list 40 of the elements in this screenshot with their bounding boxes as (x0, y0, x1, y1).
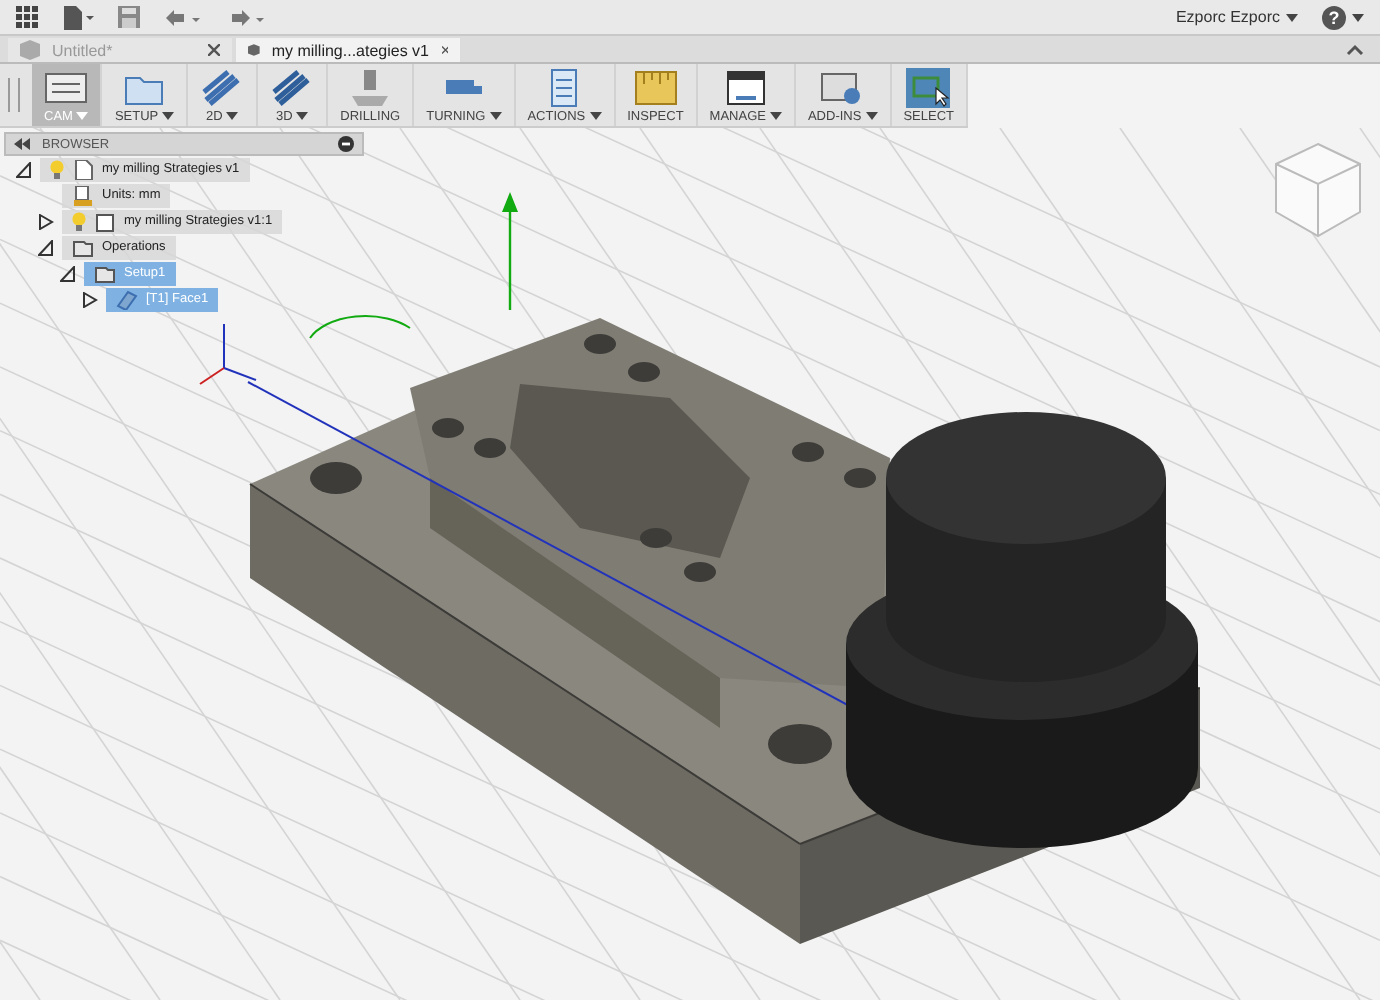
expanded-triangle-icon[interactable] (16, 161, 32, 177)
expanded-triangle-icon[interactable] (38, 239, 54, 255)
help-button[interactable]: ? (1322, 5, 1346, 29)
collapsed-triangle-icon[interactable] (38, 213, 54, 229)
close-icon[interactable] (208, 44, 220, 56)
light-bulb-icon[interactable] (72, 211, 86, 231)
tool-icon (44, 67, 89, 107)
node-icon (94, 211, 116, 231)
tool-icon (906, 67, 951, 107)
caret-icon[interactable] (1286, 13, 1298, 21)
tab-title: my milling...ategies v1 (271, 41, 430, 59)
node-icon (116, 289, 138, 309)
redo-icon[interactable] (228, 7, 268, 27)
node-icon (94, 263, 116, 283)
collapse-arrows-icon[interactable] (14, 138, 30, 150)
tab-title: Untitled* (52, 41, 115, 59)
light-bulb-icon[interactable] (50, 159, 64, 179)
tool-icon (633, 67, 678, 107)
document-tab[interactable]: my milling...ategies v1 (236, 38, 460, 62)
tool-icon (348, 67, 393, 107)
file-menu-icon[interactable] (62, 5, 94, 29)
node-icon (72, 237, 94, 257)
collapsed-triangle-icon[interactable] (82, 291, 98, 307)
expanded-triangle-icon[interactable] (60, 265, 76, 281)
apps-grid-icon[interactable] (16, 6, 38, 28)
cube-icon (248, 40, 260, 60)
node-icon (72, 185, 94, 205)
save-icon[interactable] (118, 6, 140, 28)
tool-icon (270, 67, 315, 107)
minus-icon[interactable] (338, 136, 354, 152)
axis-arrow[interactable] (500, 190, 520, 310)
caret-icon[interactable] (1352, 13, 1364, 21)
close-icon[interactable] (441, 44, 448, 56)
tool-icon (200, 67, 245, 107)
tool-icon (723, 67, 768, 107)
collapse-chevron-icon[interactable] (1346, 43, 1364, 55)
undo-icon[interactable] (164, 7, 204, 27)
cube-icon (20, 40, 40, 60)
axis-triad-icon (198, 322, 258, 386)
user-name-menu[interactable]: Ezporc Ezporc (1175, 8, 1280, 26)
